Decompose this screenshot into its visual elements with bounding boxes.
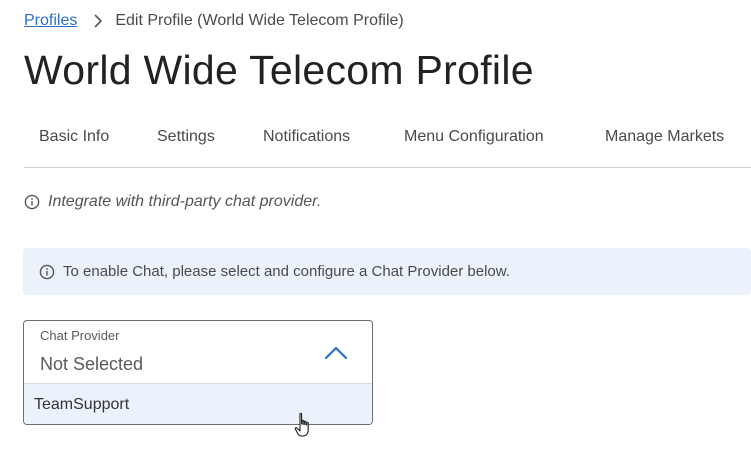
chat-provider-value: Not Selected [40,354,144,374]
chat-provider-options: TeamSupport [24,383,372,424]
page-title: World Wide Telecom Profile [24,47,534,93]
info-circle-icon [39,264,55,280]
tab-notifications[interactable]: Notifications [263,128,350,146]
chat-provider-select-field[interactable]: Chat Provider Not Selected [24,321,372,383]
chat-provider-select[interactable]: Chat Provider Not Selected TeamSupport [23,320,373,425]
chevron-right-icon [87,14,109,28]
tab-basic-info[interactable]: Basic Info [39,128,109,146]
hint-text: Integrate with third-party chat provider… [48,193,322,210]
edit-profile-page: Profiles Edit Profile (World Wide Teleco… [0,0,751,463]
chat-alert-banner: To enable Chat, please select and config… [23,248,751,295]
alert-text: To enable Chat, please select and config… [63,263,510,280]
tab-menu-configuration[interactable]: Menu Configuration [404,128,544,146]
hand-pointer-cursor-icon [294,412,314,438]
tab-manage-markets[interactable]: Manage Markets [605,128,724,146]
chevron-up-icon[interactable] [324,345,348,361]
chat-integration-hint: Integrate with third-party chat provider… [24,193,321,211]
breadcrumb: Profiles Edit Profile (World Wide Teleco… [24,10,404,32]
option-teamsupport[interactable]: TeamSupport [24,384,372,424]
chat-provider-label: Chat Provider [40,328,120,343]
breadcrumb-profiles-link[interactable]: Profiles [24,10,77,32]
info-circle-icon [24,194,40,210]
breadcrumb-current: Edit Profile (World Wide Telecom Profile… [115,12,404,29]
profile-tabs: Basic Info Settings Notifications Menu C… [24,118,751,168]
tab-settings[interactable]: Settings [157,128,215,146]
